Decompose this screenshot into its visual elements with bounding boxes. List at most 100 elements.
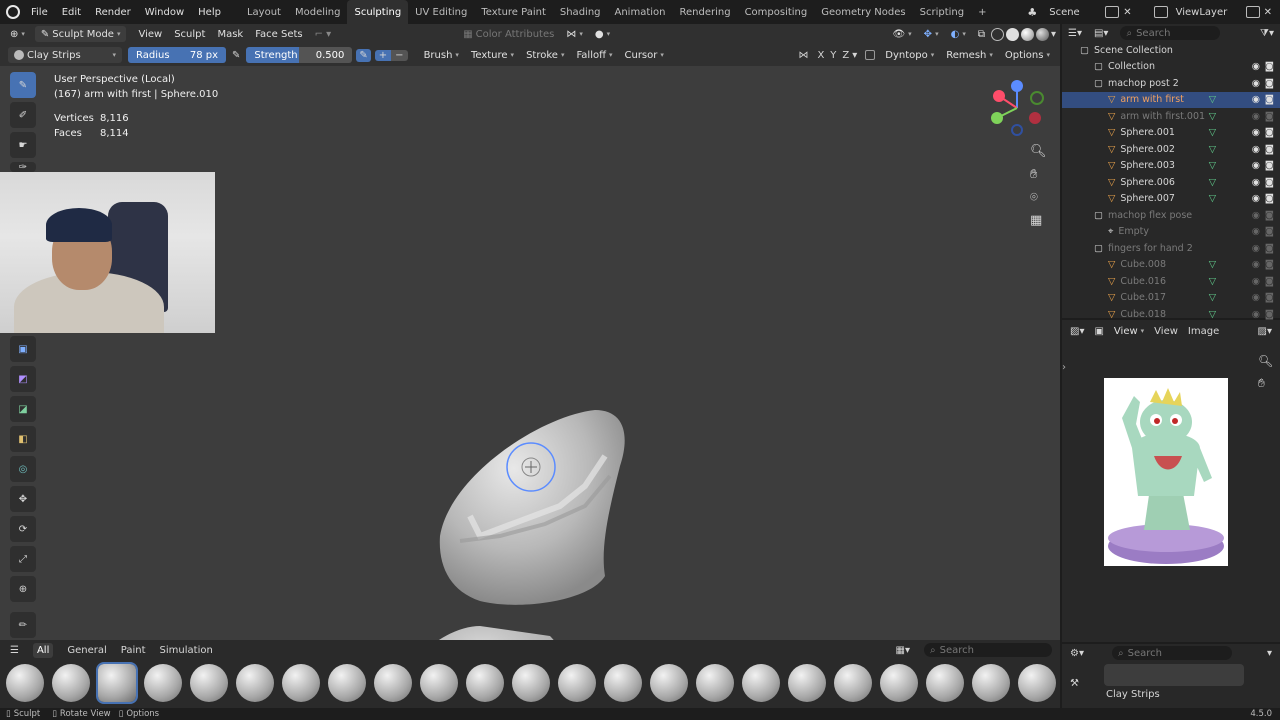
view-layer-name[interactable]: ViewLayer [1172, 7, 1242, 18]
delete-view-layer-icon[interactable]: ✕ [1264, 7, 1272, 18]
overlay-toggle-icon[interactable]: ◐ ▾ [945, 29, 972, 40]
stroke-menu[interactable]: Stroke ▾ [520, 50, 570, 61]
mesh-data-icon[interactable]: ▽ [1209, 127, 1216, 138]
shelf-tab-all[interactable]: All [32, 642, 54, 658]
radius-field[interactable]: Radius 78 px [128, 47, 226, 63]
symmetry-dropdown[interactable]: ⋈ ▾ [560, 29, 589, 40]
outliner-row[interactable]: ▢ fingers for hand 2 ◉ ◙ [1062, 240, 1280, 257]
shading-dot-dropdown[interactable]: ● ▾ [589, 29, 616, 40]
brush-thumbnail[interactable] [1018, 664, 1056, 702]
shelf-menu-icon[interactable]: ☰ [10, 645, 19, 656]
image-editor-mode-icon[interactable]: ▣ [1094, 326, 1103, 337]
mesh-data-icon[interactable]: ▽ [1209, 193, 1216, 204]
add-workspace-button[interactable]: + [971, 0, 993, 24]
dyntopo-checkbox[interactable] [865, 50, 876, 60]
rotate-tool-icon[interactable]: ⟳ [10, 516, 36, 542]
shelf-tab-general[interactable]: General [67, 645, 106, 656]
wireframe-shading-icon[interactable] [990, 27, 1004, 41]
render-camera-icon[interactable]: ◙ [1265, 127, 1274, 138]
visibility-eye-icon[interactable]: ◉ [1252, 243, 1260, 254]
menu-edit[interactable]: Edit [55, 0, 88, 24]
sidebar-toggle-chevron[interactable]: › [1062, 362, 1066, 373]
image-browse-icon[interactable]: ▨▾ [1258, 326, 1272, 337]
render-camera-icon[interactable]: ◙ [1265, 144, 1274, 155]
render-camera-icon[interactable]: ◙ [1265, 226, 1274, 237]
symmetry-z-button[interactable]: Z [839, 50, 852, 61]
box-trim-tool-icon[interactable]: ◧ [10, 426, 36, 452]
tab-compositing[interactable]: Compositing [738, 0, 815, 24]
outliner-row[interactable]: ▽ arm with first.001 ▽ ◉ ◙ [1062, 108, 1280, 125]
gizmo-toggle-icon[interactable]: ✥ ▾ [918, 29, 945, 40]
outliner-row[interactable]: ▽ arm with first ▽ ◉ ◙ [1062, 91, 1280, 108]
mesh-data-icon[interactable]: ▽ [1209, 276, 1216, 287]
props-editor-type-icon[interactable]: ⚙▾ [1070, 648, 1084, 659]
brush-thumbnail[interactable] [374, 664, 412, 702]
3d-viewport[interactable]: User Perspective (Local) (167) arm with … [0, 66, 1060, 716]
visibility-eye-icon[interactable]: ◉ [1252, 111, 1260, 122]
strength-field[interactable]: Strength 0.500 [246, 47, 353, 63]
dyntopo-menu[interactable]: Dyntopo ▾ [879, 50, 940, 61]
outliner-display-mode-icon[interactable]: ▤▾ [1094, 28, 1108, 39]
render-camera-icon[interactable]: ◙ [1265, 292, 1274, 303]
grab-tool-icon[interactable]: ☛ [10, 132, 36, 158]
outliner-row[interactable]: ▽ Sphere.002 ▽ ◉ ◙ [1062, 141, 1280, 158]
render-camera-icon[interactable]: ◙ [1265, 94, 1274, 105]
brush-thumbnail[interactable] [742, 664, 780, 702]
render-camera-icon[interactable]: ◙ [1265, 193, 1274, 204]
brush-thumbnail[interactable] [788, 664, 826, 702]
scene-name[interactable]: Scene [1041, 7, 1101, 18]
material-shading-icon[interactable] [1020, 27, 1034, 41]
zoom-icon[interactable]: 🔍︎ [1030, 144, 1047, 159]
box-face-set-tool-icon[interactable]: ◪ [10, 396, 36, 422]
perspective-toggle-icon[interactable]: ▦ [1030, 213, 1047, 228]
render-camera-icon[interactable]: ◙ [1265, 111, 1274, 122]
render-camera-icon[interactable]: ◙ [1265, 210, 1274, 221]
tab-scripting[interactable]: Scripting [913, 0, 971, 24]
brush-thumbnail[interactable] [880, 664, 918, 702]
brush-menu[interactable]: Brush ▾ [418, 50, 465, 61]
visibility-eye-icon[interactable]: ◉ [1252, 160, 1260, 171]
brush-thumbnail[interactable] [144, 664, 182, 702]
texture-menu[interactable]: Texture ▾ [465, 50, 520, 61]
image-editor-view-menu[interactable]: View [1154, 326, 1178, 337]
mesh-data-icon[interactable]: ▽ [1209, 144, 1216, 155]
remesh-menu[interactable]: Remesh ▾ [940, 50, 999, 61]
tab-texture-paint[interactable]: Texture Paint [474, 0, 553, 24]
brush-thumbnail[interactable] [834, 664, 872, 702]
image-editor-image-menu[interactable]: Image [1188, 326, 1219, 337]
render-camera-icon[interactable]: ◙ [1265, 276, 1274, 287]
box-mask-tool-icon[interactable]: ▣ [10, 336, 36, 362]
visibility-eye-icon[interactable]: ◉ [1252, 127, 1260, 138]
outliner-row[interactable]: ▽ Sphere.003 ▽ ◉ ◙ [1062, 158, 1280, 175]
tool-properties-tab-icon[interactable]: ⚒ [1070, 678, 1079, 689]
menu-help[interactable]: Help [191, 0, 228, 24]
visibility-eye-icon[interactable]: ◉ [1252, 144, 1260, 155]
brush-thumbnail[interactable] [96, 662, 138, 704]
outliner-row[interactable]: ▢ machop post 2 ◉ ◙ [1062, 75, 1280, 92]
transform-tool-icon[interactable]: ⊕ [10, 576, 36, 602]
navigation-gizmo[interactable] [985, 78, 1049, 138]
tab-sculpting[interactable]: Sculpting [347, 0, 409, 24]
visibility-eye-icon[interactable]: ◉ [1252, 292, 1260, 303]
symmetry-y-button[interactable]: Y [827, 50, 839, 61]
face-set-extra-icon[interactable]: ⌐ ▾ [309, 29, 338, 40]
rendered-shading-icon[interactable] [1035, 27, 1049, 41]
brush-thumbnail[interactable] [926, 664, 964, 702]
menu-window[interactable]: Window [138, 0, 191, 24]
add-direction-button[interactable]: + [374, 49, 392, 61]
visibility-eye-icon[interactable]: ◉ [1252, 78, 1260, 89]
scale-tool-icon[interactable]: ⤢ [10, 546, 36, 572]
move-tool-icon[interactable]: ✥ [10, 486, 36, 512]
tab-layout[interactable]: Layout [240, 0, 288, 24]
tab-geometry-nodes[interactable]: Geometry Nodes [814, 0, 912, 24]
props-options-caret[interactable]: ▾ [1267, 648, 1272, 659]
line-project-tool-icon[interactable]: ◎ [10, 456, 36, 482]
brush-thumbnail[interactable] [236, 664, 274, 702]
box-hide-tool-icon[interactable]: ◩ [10, 366, 36, 392]
outliner-row[interactable]: ▽ Cube.016 ▽ ◉ ◙ [1062, 273, 1280, 290]
brush-thumbnail[interactable] [972, 664, 1010, 702]
visibility-eye-icon[interactable]: ◉ [1252, 193, 1260, 204]
options-menu[interactable]: Options ▾ [999, 50, 1056, 61]
brush-thumbnail[interactable] [420, 664, 458, 702]
brush-thumbnail[interactable] [512, 664, 550, 702]
